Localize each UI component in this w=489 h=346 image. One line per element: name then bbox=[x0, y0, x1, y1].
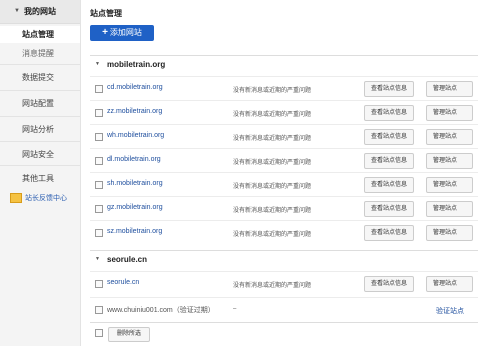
sidebar-item-label: 消息提醒 bbox=[22, 49, 54, 58]
table-row: zz.mobiletrain.org 没有新消息或近期的严重问题 查看站点信息 … bbox=[90, 100, 478, 125]
site-domain-link[interactable]: cd.mobiletrain.org bbox=[107, 84, 163, 91]
site-message: 没有新消息或近期的严重问题 bbox=[233, 184, 312, 190]
site-domain-link[interactable]: wh.mobiletrain.org bbox=[107, 132, 164, 139]
add-site-label: 添加网站 bbox=[109, 28, 142, 37]
unverified-site-domain: www.chuiniu001.com（验证过期） bbox=[107, 307, 215, 314]
site-domain-link[interactable]: gz.mobiletrain.org bbox=[107, 204, 163, 211]
sidebar-item-site-config[interactable]: 网站配置 bbox=[0, 90, 80, 116]
table-row: seorule.cn 没有新消息或近期的严重问题 查看站点信息 管理站点 ▼ bbox=[90, 271, 478, 296]
manage-site-dropdown[interactable]: 管理站点 ▼ bbox=[426, 225, 473, 241]
add-site-button[interactable]: + 添加网站 bbox=[90, 25, 154, 41]
group-header[interactable]: ▼ seorule.cn bbox=[90, 250, 478, 269]
group-name: mobiletrain.org bbox=[107, 60, 166, 69]
sidebar-item-messages[interactable]: 消息提醒 bbox=[0, 45, 80, 62]
view-site-info-button[interactable]: 查看站点信息 bbox=[364, 276, 414, 292]
feedback-label: 站长反馈中心 bbox=[25, 195, 67, 202]
group-name: seorule.cn bbox=[107, 255, 148, 264]
row-checkbox[interactable] bbox=[95, 306, 103, 314]
site-message: – bbox=[233, 306, 237, 312]
site-domain-link[interactable]: zz.mobiletrain.org bbox=[107, 108, 162, 115]
manage-site-dropdown[interactable]: 管理站点 ▼ bbox=[426, 201, 473, 217]
site-domain-link[interactable]: seorule.cn bbox=[107, 279, 139, 286]
triangle-down-icon: ▼ bbox=[14, 8, 20, 14]
manage-site-dropdown[interactable]: 管理站点 ▼ bbox=[426, 153, 473, 169]
site-message: 没有新消息或近期的严重问题 bbox=[233, 160, 312, 166]
view-site-info-button[interactable]: 查看站点信息 bbox=[364, 129, 414, 145]
sidebar-item-label: 网站配置 bbox=[22, 99, 54, 108]
site-domain-link[interactable]: sh.mobiletrain.org bbox=[107, 180, 163, 187]
site-domain-link[interactable]: dl.mobiletrain.org bbox=[107, 156, 161, 163]
manage-site-dropdown[interactable]: 管理站点 ▼ bbox=[426, 105, 473, 121]
chevron-down-icon: ▼ bbox=[433, 230, 438, 236]
sidebar-item-label: 其他工具 bbox=[22, 174, 54, 183]
view-site-info-button[interactable]: 查看站点信息 bbox=[364, 177, 414, 193]
chevron-down-icon: ▼ bbox=[433, 206, 438, 212]
sidebar-item-other-tools[interactable]: 其他工具 bbox=[0, 165, 80, 191]
manage-site-dropdown[interactable]: 管理站点 ▼ bbox=[426, 276, 473, 292]
row-checkbox[interactable] bbox=[95, 181, 103, 189]
sidebar-item-label: 数据提交 bbox=[22, 73, 54, 82]
site-domain-link[interactable]: sz.mobiletrain.org bbox=[107, 228, 162, 235]
manage-site-dropdown[interactable]: 管理站点 ▼ bbox=[426, 177, 473, 193]
chevron-down-icon: ▼ bbox=[433, 86, 438, 92]
row-checkbox[interactable] bbox=[95, 109, 103, 117]
sidebar-item-label: 网站分析 bbox=[22, 125, 54, 134]
sidebar-item-site-security[interactable]: 网站安全 bbox=[0, 141, 80, 167]
table-row: www.chuiniu001.com（验证过期） – 验证站点 bbox=[90, 297, 478, 322]
table-row: gz.mobiletrain.org 没有新消息或近期的严重问题 查看站点信息 … bbox=[90, 196, 478, 221]
row-checkbox[interactable] bbox=[95, 205, 103, 213]
sidebar-section-label: 我的网站 bbox=[24, 7, 56, 16]
view-site-info-button[interactable]: 查看站点信息 bbox=[364, 81, 414, 97]
site-message: 没有新消息或近期的严重问题 bbox=[233, 112, 312, 118]
delete-selected-button[interactable]: 删除所选 bbox=[108, 327, 150, 342]
site-message: 没有新消息或近期的严重问题 bbox=[233, 208, 312, 214]
chevron-down-icon: ▼ bbox=[433, 134, 438, 140]
plus-icon: + bbox=[102, 27, 108, 38]
triangle-down-icon: ▼ bbox=[95, 256, 100, 262]
site-message: 没有新消息或近期的严重问题 bbox=[233, 136, 312, 142]
triangle-down-icon: ▼ bbox=[95, 61, 100, 67]
site-message: 没有新消息或近期的严重问题 bbox=[233, 88, 312, 94]
feedback-center-link[interactable]: 站长反馈中心 bbox=[10, 193, 67, 204]
table-row: sh.mobiletrain.org 没有新消息或近期的严重问题 查看站点信息 … bbox=[90, 172, 478, 197]
table-footer: 删除所选 bbox=[90, 322, 478, 345]
sidebar-item-label: 站点管理 bbox=[22, 30, 54, 39]
group-header[interactable]: ▼ mobiletrain.org bbox=[90, 55, 478, 74]
sidebar: ▼ 我的网站 站点管理 消息提醒 数据提交 网站配置 网站分析 网站安全 其他工… bbox=[0, 0, 81, 346]
sidebar-item-site-management[interactable]: 站点管理 bbox=[0, 26, 80, 43]
row-checkbox[interactable] bbox=[95, 280, 103, 288]
sidebar-item-label: 网站安全 bbox=[22, 150, 54, 159]
view-site-info-button[interactable]: 查看站点信息 bbox=[364, 225, 414, 241]
mail-icon bbox=[10, 193, 22, 204]
table-row: sz.mobiletrain.org 没有新消息或近期的严重问题 查看站点信息 … bbox=[90, 220, 478, 245]
view-site-info-button[interactable]: 查看站点信息 bbox=[364, 153, 414, 169]
sidebar-item-data-submit[interactable]: 数据提交 bbox=[0, 64, 80, 90]
sidebar-section-my-sites[interactable]: ▼ 我的网站 bbox=[0, 0, 80, 24]
select-all-checkbox[interactable] bbox=[95, 329, 103, 337]
table-row: wh.mobiletrain.org 没有新消息或近期的严重问题 查看站点信息 … bbox=[90, 124, 478, 149]
view-site-info-button[interactable]: 查看站点信息 bbox=[364, 201, 414, 217]
site-message: 没有新消息或近期的严重问题 bbox=[233, 283, 312, 289]
page-title: 站点管理 bbox=[90, 9, 122, 18]
main-content: 站点管理 + 添加网站 ▼ mobiletrain.org cd.mobiletr… bbox=[90, 0, 480, 346]
chevron-down-icon: ▼ bbox=[433, 158, 438, 164]
manage-site-dropdown[interactable]: 管理站点 ▼ bbox=[426, 129, 473, 145]
view-site-info-button[interactable]: 查看站点信息 bbox=[364, 105, 414, 121]
sidebar-item-site-analysis[interactable]: 网站分析 bbox=[0, 116, 80, 142]
table-row: dl.mobiletrain.org 没有新消息或近期的严重问题 查看站点信息 … bbox=[90, 148, 478, 173]
site-message: 没有新消息或近期的严重问题 bbox=[233, 232, 312, 238]
table-row: cd.mobiletrain.org 没有新消息或近期的严重问题 查看站点信息 … bbox=[90, 76, 478, 101]
manage-site-dropdown[interactable]: 管理站点 ▼ bbox=[426, 81, 473, 97]
row-checkbox[interactable] bbox=[95, 229, 103, 237]
chevron-down-icon: ▼ bbox=[433, 281, 438, 287]
row-checkbox[interactable] bbox=[95, 133, 103, 141]
chevron-down-icon: ▼ bbox=[433, 110, 438, 116]
chevron-down-icon: ▼ bbox=[433, 182, 438, 188]
verify-site-link[interactable]: 验证站点 bbox=[436, 306, 464, 316]
row-checkbox[interactable] bbox=[95, 85, 103, 93]
row-checkbox[interactable] bbox=[95, 157, 103, 165]
